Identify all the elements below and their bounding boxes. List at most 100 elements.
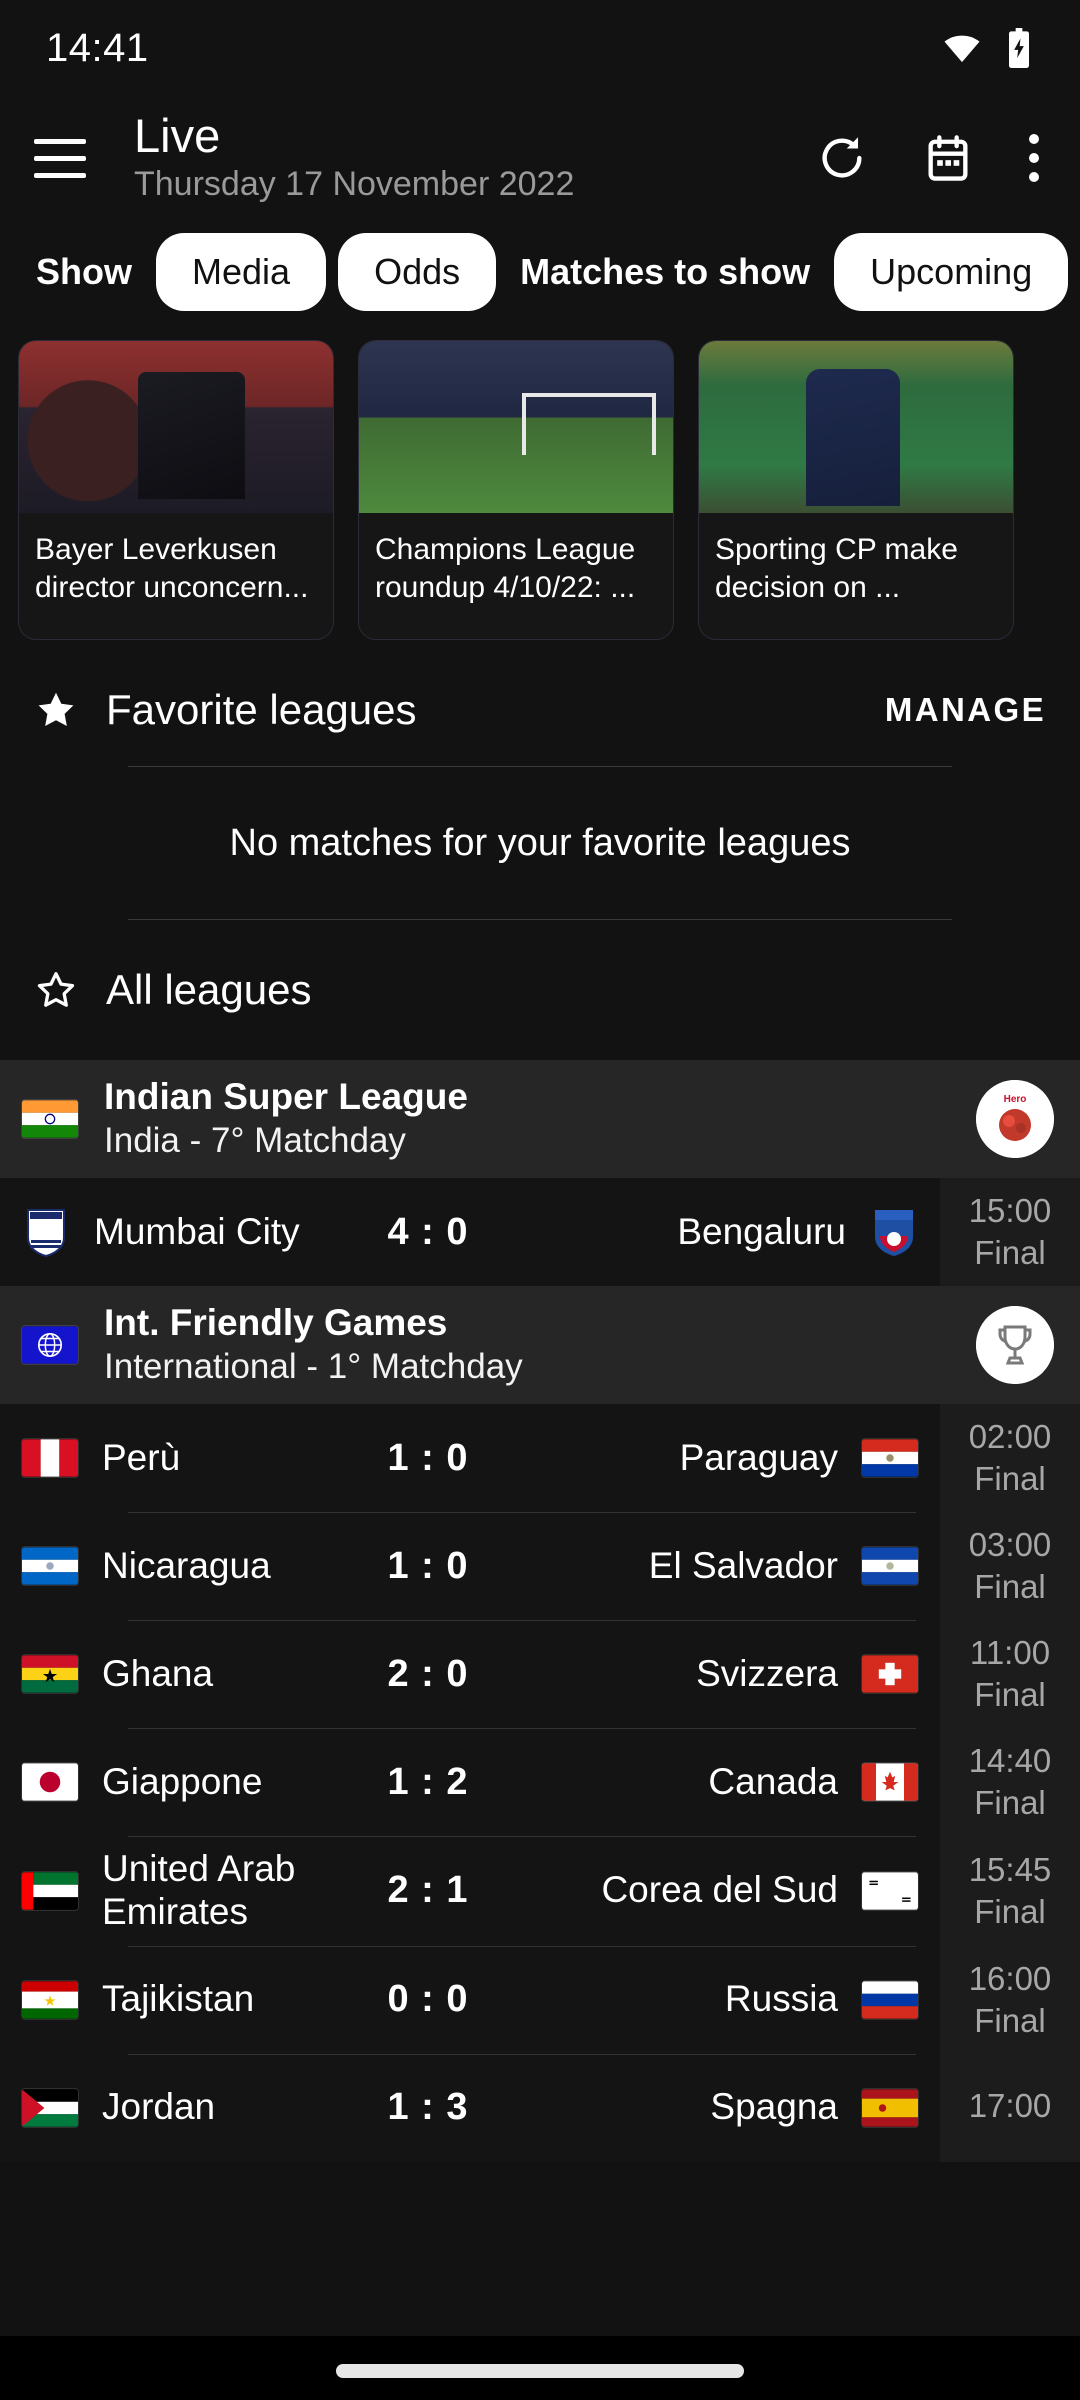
home-team-name: Mumbai City bbox=[94, 1210, 300, 1252]
league-header-indian-super-league[interactable]: Indian Super League India - 7° Matchday … bbox=[0, 1060, 1080, 1178]
match-row[interactable]: Tajikistan 0 : 0 Russia 16:00 Final bbox=[0, 1945, 1080, 2054]
match-status: Final bbox=[974, 1234, 1046, 1271]
score-separator: : bbox=[421, 1869, 435, 1912]
tajikistan-flag bbox=[22, 1981, 78, 2019]
app-screen: 14:41 Live Thursday 17 November 2022 Sho… bbox=[0, 0, 1080, 2400]
match-score: 1 : 2 bbox=[340, 1761, 516, 1804]
away-score: 2 bbox=[446, 1760, 469, 1803]
home-score: 1 bbox=[387, 2086, 410, 2129]
home-score: 1 bbox=[387, 1760, 410, 1803]
news-card-title: Champions League roundup 4/10/22: ... bbox=[375, 533, 636, 604]
match-away: Svizzera bbox=[516, 1653, 940, 1696]
refresh-icon[interactable] bbox=[816, 132, 868, 184]
news-carousel[interactable]: Bayer Leverkusen director unconcern... C… bbox=[0, 324, 1080, 654]
more-vertical-icon[interactable] bbox=[1028, 134, 1040, 182]
international-flag bbox=[22, 1326, 78, 1364]
away-team-name: Paraguay bbox=[679, 1436, 838, 1478]
home-team-name: Jordan bbox=[102, 2086, 216, 2128]
all-leagues-title: All leagues bbox=[106, 966, 312, 1013]
away-score: 3 bbox=[446, 2086, 469, 2129]
news-card[interactable]: Champions League roundup 4/10/22: ... bbox=[358, 340, 674, 640]
away-team-name: Russia bbox=[724, 1978, 838, 2020]
manage-button[interactable]: MANAGE bbox=[885, 691, 1046, 729]
match-time: 11:00 bbox=[969, 1634, 1051, 1671]
home-score: 0 bbox=[387, 1978, 410, 2021]
filter-bar: Show Media Odds Matches to show Upcoming bbox=[0, 220, 1080, 324]
news-card[interactable]: Bayer Leverkusen director unconcern... bbox=[18, 340, 334, 640]
home-score: 4 bbox=[387, 1210, 410, 1253]
match-list[interactable]: Indian Super League India - 7° Matchday … bbox=[0, 1060, 1080, 2400]
match-home: Giappone bbox=[22, 1761, 340, 1804]
match-away: Spagna bbox=[516, 2086, 940, 2129]
match-time-status: 02:00 Final bbox=[940, 1404, 1080, 1512]
match-teams: Giappone 1 : 2 Canada bbox=[0, 1728, 940, 1836]
match-away: Russia bbox=[516, 1978, 940, 2021]
news-card[interactable]: Sporting CP make decision on ... bbox=[698, 340, 1014, 640]
status-bar-clock: 14:41 bbox=[46, 25, 149, 70]
hamburger-menu-icon[interactable] bbox=[34, 129, 92, 187]
match-score: 4 : 0 bbox=[340, 1211, 516, 1254]
india-flag bbox=[22, 1100, 78, 1138]
match-time-status: 11:00 Final bbox=[940, 1620, 1080, 1728]
south-korea-flag bbox=[862, 1872, 918, 1910]
match-away: Bengaluru bbox=[516, 1206, 940, 1258]
match-status: Final bbox=[974, 2001, 1046, 2039]
match-teams: Mumbai City 4 : 0 Bengaluru bbox=[0, 1178, 940, 1286]
match-score: 1 : 0 bbox=[340, 1437, 516, 1480]
match-row[interactable]: United Arab Emirates 2 : 1 Corea del Sud bbox=[0, 1836, 1080, 1946]
match-score: 1 : 0 bbox=[340, 1545, 516, 1588]
match-row[interactable]: Nicaragua 1 : 0 El Salvador 03:00 Final bbox=[0, 1512, 1080, 1620]
status-bar: 14:41 bbox=[0, 0, 1080, 96]
match-teams: Nicaragua 1 : 0 El Salvador bbox=[0, 1512, 940, 1620]
battery-charging-icon bbox=[1009, 28, 1029, 68]
home-score: 1 bbox=[387, 1544, 410, 1587]
ghana-flag bbox=[22, 1655, 78, 1693]
mumbai-city-crest bbox=[27, 1209, 65, 1258]
match-score: 2 : 0 bbox=[340, 1653, 516, 1696]
match-home: United Arab Emirates bbox=[22, 1848, 340, 1934]
score-separator: : bbox=[421, 1210, 435, 1253]
home-score: 1 bbox=[387, 1436, 410, 1479]
match-time-status: 03:00 Final bbox=[940, 1512, 1080, 1620]
score-separator: : bbox=[421, 1978, 435, 2021]
favorite-leagues-title: Favorite leagues bbox=[106, 686, 417, 733]
gesture-navigation-bar[interactable] bbox=[0, 2336, 1080, 2400]
match-away: Corea del Sud bbox=[516, 1869, 940, 1912]
chip-upcoming[interactable]: Upcoming bbox=[834, 233, 1069, 311]
chip-odds[interactable]: Odds bbox=[338, 233, 497, 311]
chip-media[interactable]: Media bbox=[156, 233, 327, 311]
wifi-icon bbox=[944, 35, 980, 63]
match-row[interactable]: Ghana 2 : 0 Svizzera 11:00 Final bbox=[0, 1620, 1080, 1728]
match-teams: Jordan 1 : 3 Spagna bbox=[0, 2054, 940, 2162]
match-teams: Tajikistan 0 : 0 Russia bbox=[0, 1946, 940, 2054]
match-home: Nicaragua bbox=[22, 1545, 340, 1588]
match-row[interactable]: Jordan 1 : 3 Spagna 17:00 bbox=[0, 2053, 1080, 2162]
match-time: 02:00 bbox=[968, 1418, 1052, 1455]
league-subtitle: International - 1° Matchday bbox=[104, 1347, 523, 1387]
canada-flag bbox=[862, 1763, 918, 1801]
match-row[interactable]: Giappone 1 : 2 Canada 14:40 Final bbox=[0, 1728, 1080, 1836]
score-separator: : bbox=[421, 1436, 435, 1479]
spain-flag bbox=[862, 2089, 918, 2127]
league-header-int-friendly-games[interactable]: Int. Friendly Games International - 1° M… bbox=[0, 1286, 1080, 1404]
match-score: 2 : 1 bbox=[340, 1869, 516, 1912]
svg-text:Hero: Hero bbox=[1004, 1094, 1027, 1105]
match-away: Paraguay bbox=[516, 1437, 940, 1480]
app-bar-titles: Live Thursday 17 November 2022 bbox=[134, 111, 574, 205]
away-team-name: Corea del Sud bbox=[601, 1869, 838, 1911]
match-time: 17:00 bbox=[968, 2086, 1052, 2124]
match-home: Perù bbox=[22, 1437, 340, 1480]
uae-flag bbox=[22, 1872, 78, 1910]
match-row[interactable]: Mumbai City 4 : 0 Bengaluru 15:00 Final bbox=[0, 1178, 1080, 1286]
away-score: 0 bbox=[446, 1978, 469, 2021]
away-team-name: Svizzera bbox=[696, 1652, 838, 1694]
news-card-image bbox=[19, 341, 333, 513]
match-row[interactable]: Perù 1 : 0 Paraguay 02:00 Final bbox=[0, 1404, 1080, 1512]
match-status: Final bbox=[974, 1568, 1046, 1605]
home-score: 2 bbox=[387, 1869, 410, 1912]
peru-flag bbox=[22, 1439, 78, 1477]
match-home: Mumbai City bbox=[22, 1206, 340, 1258]
star-filled-icon bbox=[38, 692, 74, 726]
match-time-status: 16:00 Final bbox=[940, 1945, 1080, 2054]
calendar-icon[interactable] bbox=[922, 132, 974, 184]
